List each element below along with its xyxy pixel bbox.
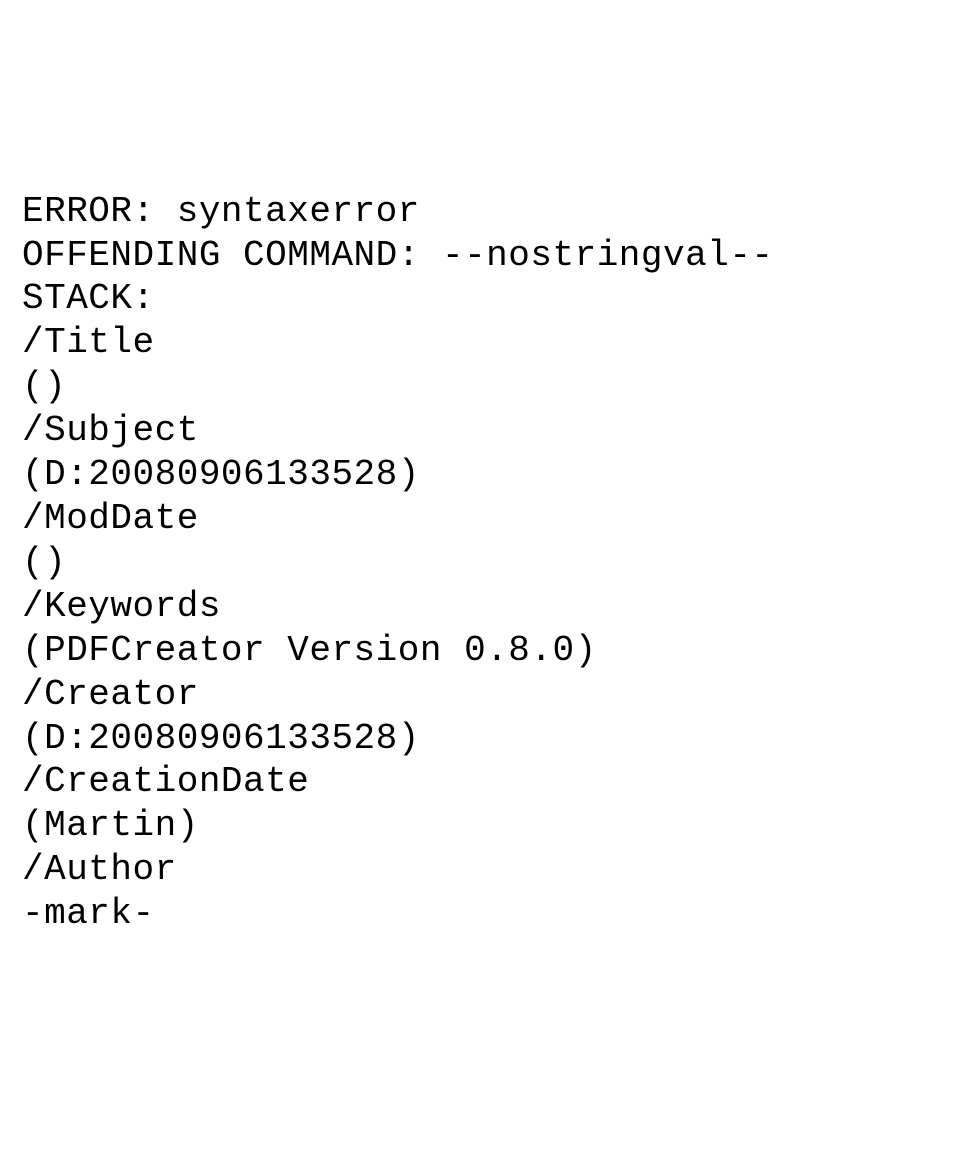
- stack-creator-key: /Creator: [22, 673, 938, 717]
- stack-keywords-value: (PDFCreator Version 0.8.0): [22, 629, 938, 673]
- stack-creationdate-value: (Martin): [22, 804, 938, 848]
- stack-creationdate-key: /CreationDate: [22, 760, 938, 804]
- error-line: ERROR: syntaxerror: [22, 190, 938, 234]
- stack-subject-value: (D:20080906133528): [22, 453, 938, 497]
- stack-title-value: (): [22, 365, 938, 409]
- stack-moddate-value: (): [22, 541, 938, 585]
- stack-author-key: /Author: [22, 848, 938, 892]
- stack-moddate-key: /ModDate: [22, 497, 938, 541]
- stack-subject-key: /Subject: [22, 409, 938, 453]
- stack-title-key: /Title: [22, 321, 938, 365]
- stack-keywords-key: /Keywords: [22, 585, 938, 629]
- stack-mark: -mark-: [22, 892, 938, 936]
- stack-header: STACK:: [22, 277, 938, 321]
- stack-creator-value: (D:20080906133528): [22, 717, 938, 761]
- offending-command-line: OFFENDING COMMAND: --nostringval--: [22, 234, 938, 278]
